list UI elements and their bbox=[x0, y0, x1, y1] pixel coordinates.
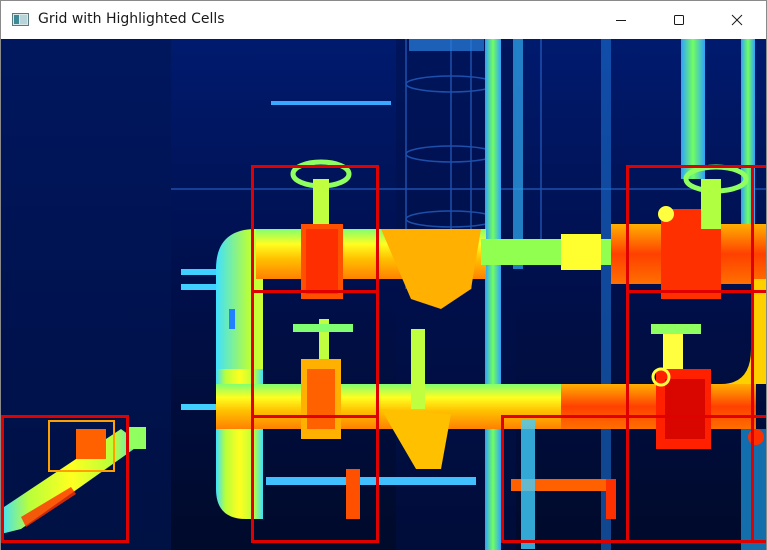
close-button[interactable] bbox=[708, 1, 766, 39]
app-window: Grid with Highlighted Cells bbox=[0, 0, 767, 550]
maximize-icon bbox=[674, 15, 684, 25]
window-title: Grid with Highlighted Cells bbox=[38, 11, 225, 27]
title-bar[interactable]: Grid with Highlighted Cells bbox=[1, 1, 766, 39]
minimize-icon bbox=[616, 20, 626, 21]
app-icon bbox=[12, 13, 29, 26]
image-canvas[interactable] bbox=[1, 39, 766, 550]
minimize-button[interactable] bbox=[592, 1, 650, 39]
thermal-image bbox=[1, 39, 766, 550]
close-icon bbox=[731, 14, 743, 26]
maximize-button[interactable] bbox=[650, 1, 708, 39]
